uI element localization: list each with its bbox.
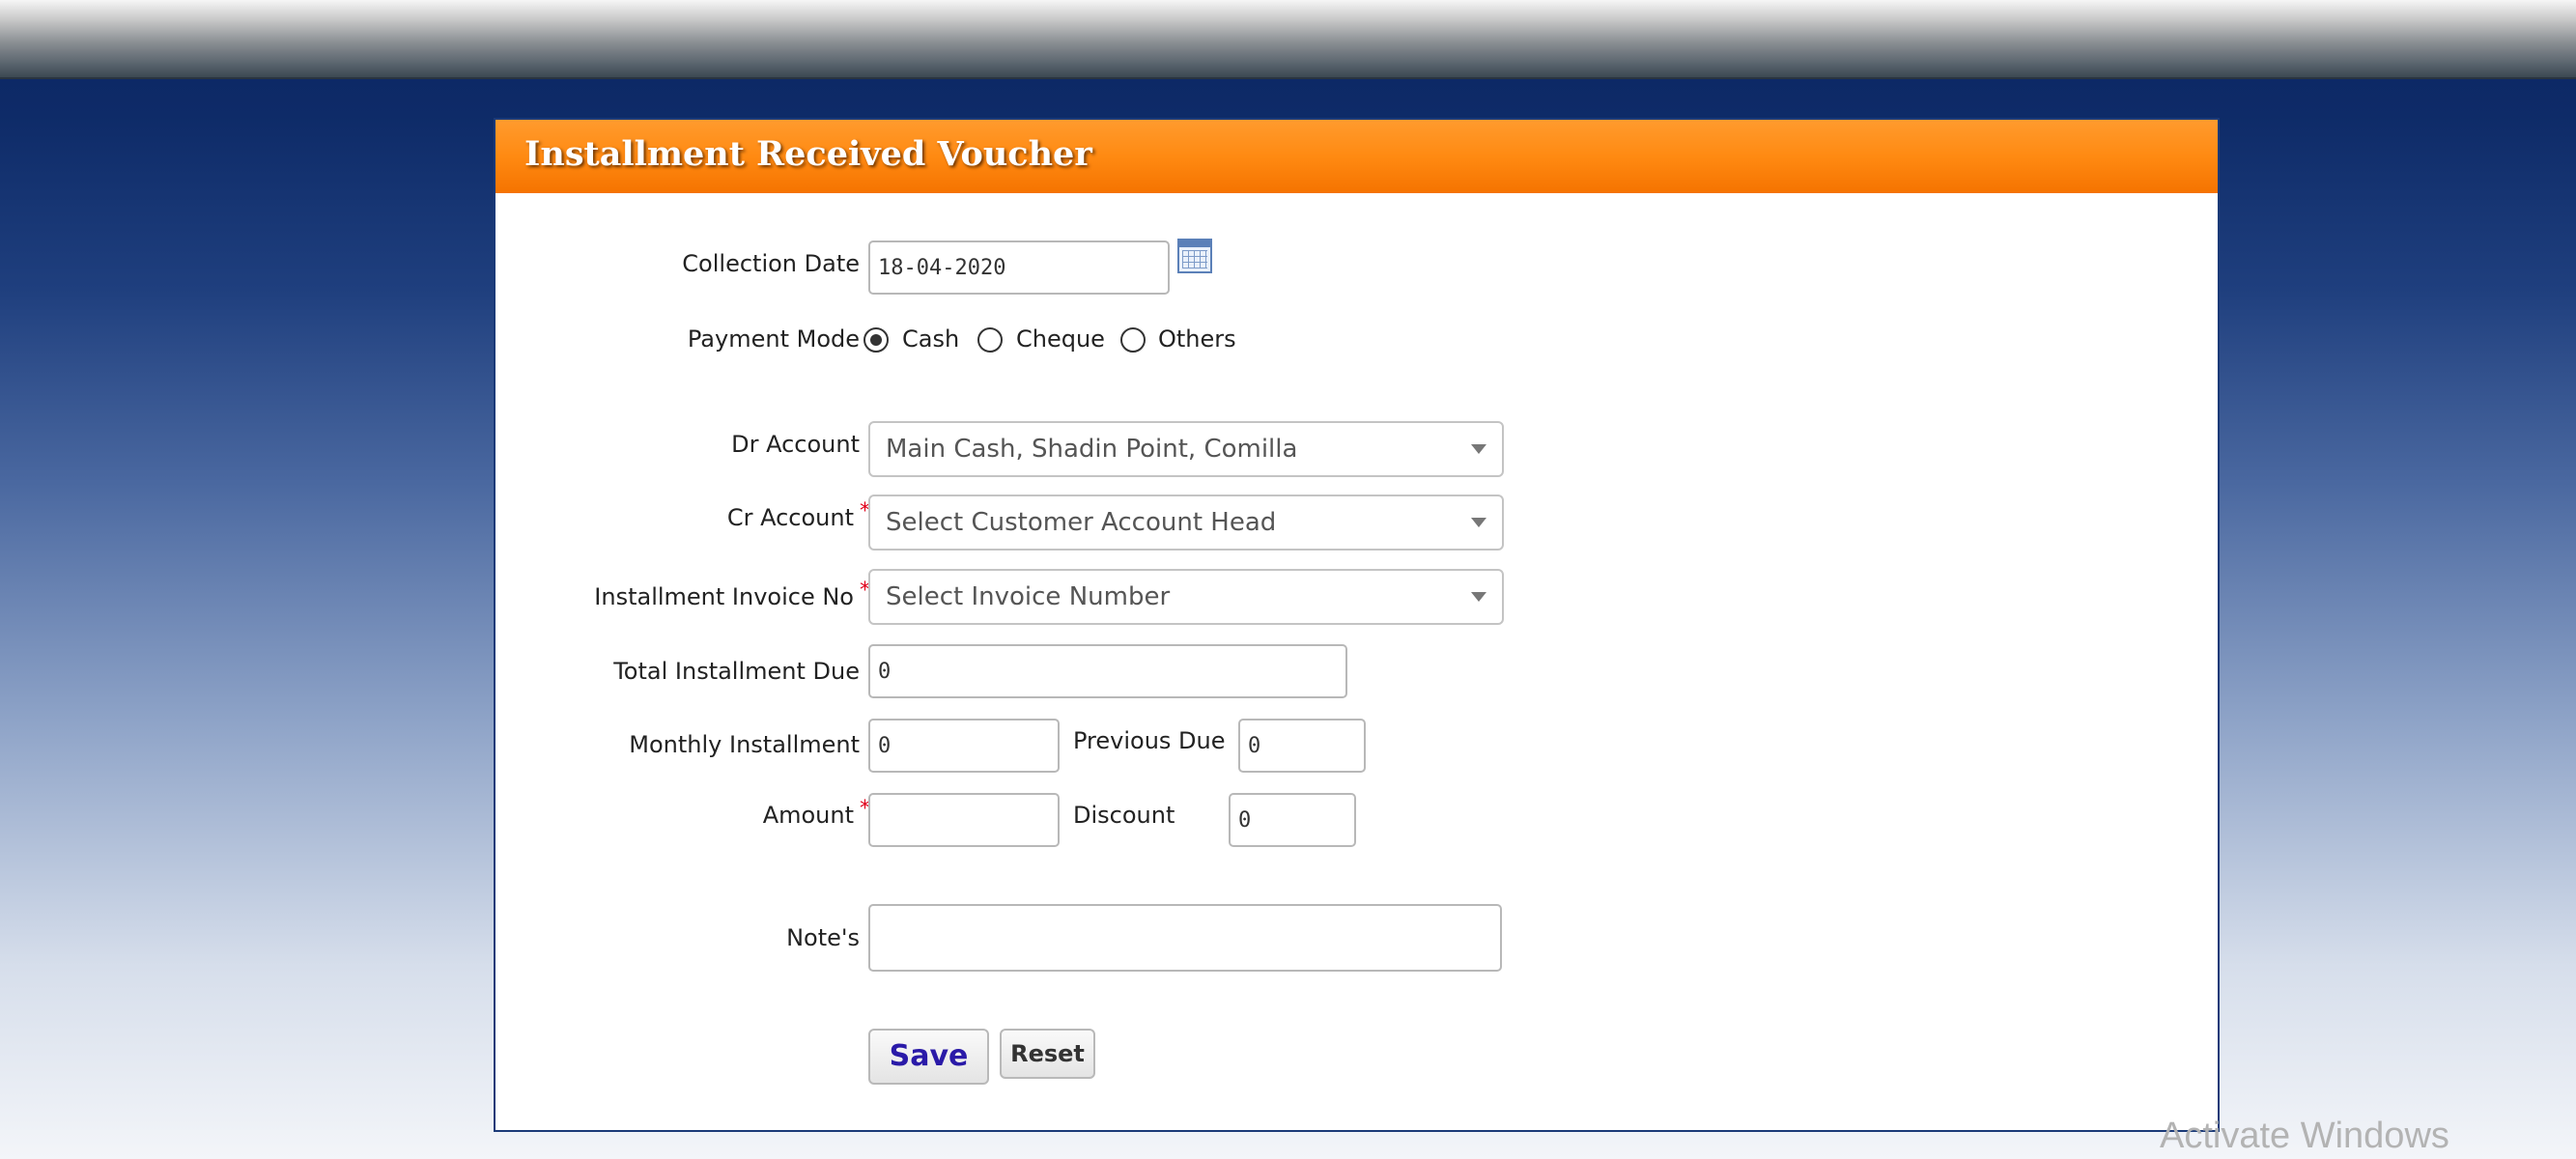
cr-account-label: Cr Account * <box>726 499 870 531</box>
radio-cheque[interactable] <box>977 327 1003 353</box>
discount-input[interactable]: 0 <box>1229 793 1356 847</box>
chevron-down-icon <box>1471 592 1486 602</box>
radio-others-label[interactable]: Others <box>1158 325 1236 353</box>
notes-label: Note's <box>786 924 860 951</box>
activate-windows-watermark: Activate Windows <box>2160 1116 2449 1156</box>
payment-mode-label: Payment Mode <box>687 325 860 353</box>
top-bar <box>0 0 2576 79</box>
amount-input[interactable] <box>868 793 1060 847</box>
chevron-down-icon <box>1471 444 1486 454</box>
collection-date-input[interactable]: 18-04-2020 <box>868 240 1170 295</box>
radio-others[interactable] <box>1120 327 1146 353</box>
voucher-panel: Installment Received Voucher Collection … <box>494 118 2220 1132</box>
dr-account-select[interactable]: Main Cash, Shadin Point, Comilla <box>868 421 1504 477</box>
reset-button[interactable]: Reset <box>1000 1029 1095 1079</box>
chevron-down-icon <box>1471 518 1486 527</box>
save-button[interactable]: Save <box>868 1029 989 1085</box>
invoice-label: Installment Invoice No * <box>594 579 870 610</box>
radio-cheque-label[interactable]: Cheque <box>1016 325 1105 353</box>
radio-cash-label[interactable]: Cash <box>902 325 959 353</box>
page-title: Installment Received Voucher <box>524 134 1092 174</box>
cr-account-select[interactable]: Select Customer Account Head <box>868 495 1504 551</box>
collection-date-label: Collection Date <box>682 250 860 277</box>
dr-account-value: Main Cash, Shadin Point, Comilla <box>886 435 1298 464</box>
total-due-input[interactable]: 0 <box>868 644 1347 698</box>
panel-header: Installment Received Voucher <box>495 120 2218 193</box>
total-due-label: Total Installment Due <box>613 658 860 685</box>
previous-due-input[interactable]: 0 <box>1238 719 1366 773</box>
amount-label: Amount * <box>762 797 870 829</box>
calendar-icon[interactable] <box>1177 239 1212 273</box>
invoice-placeholder: Select Invoice Number <box>886 582 1171 611</box>
monthly-installment-label: Monthly Installment <box>629 731 860 758</box>
radio-cash[interactable] <box>863 327 889 353</box>
notes-input[interactable] <box>868 904 1502 972</box>
invoice-select[interactable]: Select Invoice Number <box>868 569 1504 625</box>
cr-account-placeholder: Select Customer Account Head <box>886 508 1277 537</box>
monthly-installment-input[interactable]: 0 <box>868 719 1060 773</box>
dr-account-label: Dr Account <box>731 431 860 458</box>
previous-due-label: Previous Due <box>1073 727 1226 754</box>
discount-label: Discount <box>1073 802 1175 829</box>
